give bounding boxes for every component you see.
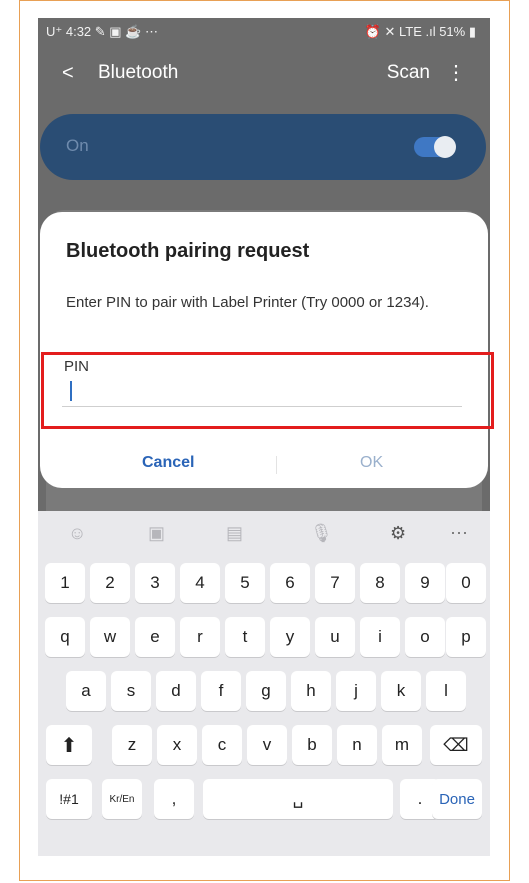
- backspace-key[interactable]: ⌫: [430, 725, 482, 765]
- key-p[interactable]: p: [446, 617, 486, 657]
- status-right: ⏰ ✕ LTE .ıl 51% ▮: [364, 24, 476, 39]
- scan-button[interactable]: Scan: [387, 62, 430, 84]
- sticker-icon[interactable]: ▣: [148, 523, 165, 544]
- key-b[interactable]: b: [292, 725, 332, 765]
- settings-icon[interactable]: ⚙: [390, 523, 406, 544]
- keyboard-toolbar: ☺ ▣ ▤ 🎙 ⚙ ⋯: [38, 511, 490, 557]
- keyboard: ☺ ▣ ▤ 🎙 ⚙ ⋯ 1 2 3 4 5 6 7 8 9 0 q w e r …: [38, 511, 490, 856]
- key-4[interactable]: 4: [180, 563, 220, 603]
- gif-icon[interactable]: ▤: [226, 523, 243, 544]
- key-r[interactable]: r: [180, 617, 220, 657]
- status-bar: U⁺ 4:32 ✎ ▣ ☕ ⋯ ⏰ ✕ LTE .ıl 51% ▮: [38, 18, 490, 46]
- key-h[interactable]: h: [291, 671, 331, 711]
- key-u[interactable]: u: [315, 617, 355, 657]
- key-e[interactable]: e: [135, 617, 175, 657]
- key-k[interactable]: k: [381, 671, 421, 711]
- space-key[interactable]: ␣: [203, 779, 393, 819]
- key-n[interactable]: n: [337, 725, 377, 765]
- key-f[interactable]: f: [201, 671, 241, 711]
- key-5[interactable]: 5: [225, 563, 265, 603]
- more-options-icon[interactable]: ⋮: [446, 60, 466, 85]
- comma-key[interactable]: ,: [154, 779, 194, 819]
- key-g[interactable]: g: [246, 671, 286, 711]
- key-d[interactable]: d: [156, 671, 196, 711]
- bluetooth-toggle[interactable]: [414, 136, 456, 158]
- key-v[interactable]: v: [247, 725, 287, 765]
- key-w[interactable]: w: [90, 617, 130, 657]
- key-9[interactable]: 9: [405, 563, 445, 603]
- key-3[interactable]: 3: [135, 563, 175, 603]
- bluetooth-toggle-row[interactable]: On: [40, 114, 486, 180]
- key-i[interactable]: i: [360, 617, 400, 657]
- key-l[interactable]: l: [426, 671, 466, 711]
- dialog-title: Bluetooth pairing request: [66, 240, 310, 262]
- ok-button[interactable]: OK: [360, 454, 383, 472]
- key-1[interactable]: 1: [45, 563, 85, 603]
- language-key[interactable]: Kr/En: [102, 779, 142, 819]
- key-0[interactable]: 0: [446, 563, 486, 603]
- key-m[interactable]: m: [382, 725, 422, 765]
- toggle-knob: [434, 136, 456, 158]
- key-s[interactable]: s: [111, 671, 151, 711]
- dialog-message: Enter PIN to pair with Label Printer (Tr…: [66, 294, 429, 311]
- key-7[interactable]: 7: [315, 563, 355, 603]
- dialog-buttons: Cancel OK: [40, 454, 488, 478]
- key-t[interactable]: t: [225, 617, 265, 657]
- app-bar: < Bluetooth Scan ⋮: [38, 46, 490, 102]
- key-2[interactable]: 2: [90, 563, 130, 603]
- key-o[interactable]: o: [405, 617, 445, 657]
- key-x[interactable]: x: [157, 725, 197, 765]
- key-8[interactable]: 8: [360, 563, 400, 603]
- status-left: U⁺ 4:32 ✎ ▣ ☕ ⋯: [46, 24, 158, 39]
- mic-icon[interactable]: 🎙: [310, 523, 333, 544]
- key-q[interactable]: q: [45, 617, 85, 657]
- cancel-button[interactable]: Cancel: [142, 454, 194, 472]
- more-icon[interactable]: ⋯: [450, 523, 468, 544]
- key-z[interactable]: z: [112, 725, 152, 765]
- button-divider: [276, 456, 277, 474]
- pin-highlight-box: [41, 352, 494, 429]
- page-title: Bluetooth: [98, 62, 179, 83]
- back-icon[interactable]: <: [62, 62, 74, 85]
- key-j[interactable]: j: [336, 671, 376, 711]
- phone-screen: U⁺ 4:32 ✎ ▣ ☕ ⋯ ⏰ ✕ LTE .ıl 51% ▮ < Blue…: [38, 18, 490, 856]
- symbols-key[interactable]: !#1: [46, 779, 92, 819]
- key-6[interactable]: 6: [270, 563, 310, 603]
- pairing-dialog: Bluetooth pairing request Enter PIN to p…: [40, 212, 488, 488]
- bluetooth-on-label: On: [66, 136, 89, 155]
- key-y[interactable]: y: [270, 617, 310, 657]
- emoji-icon[interactable]: ☺: [68, 523, 86, 544]
- done-key[interactable]: Done: [432, 779, 482, 819]
- shift-key[interactable]: ⬆: [46, 725, 92, 765]
- key-a[interactable]: a: [66, 671, 106, 711]
- key-c[interactable]: c: [202, 725, 242, 765]
